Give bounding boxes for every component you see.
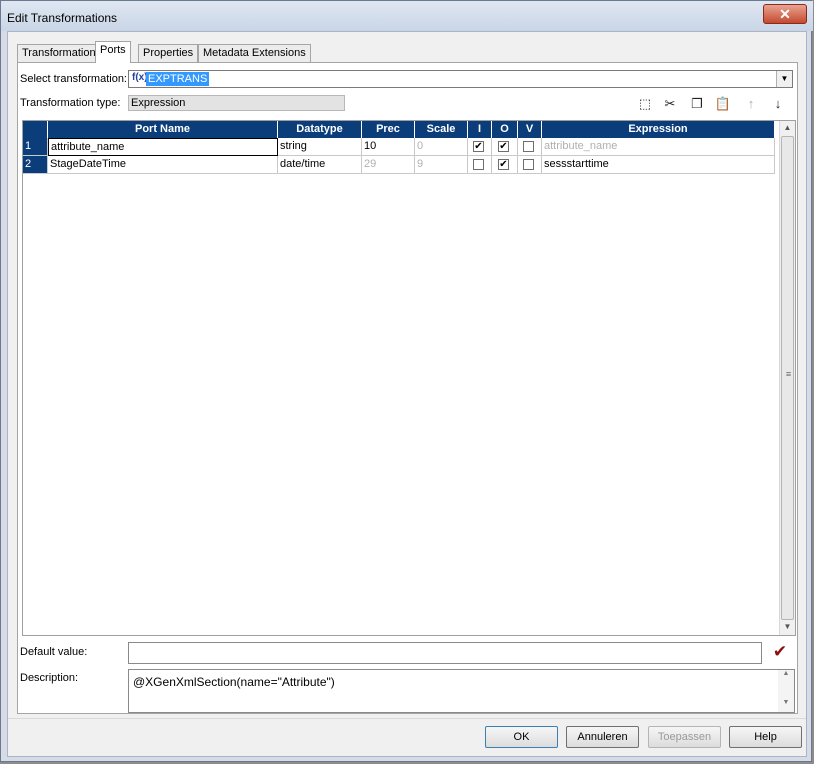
output-cell: ✔ bbox=[492, 156, 518, 174]
chevron-down-icon[interactable]: ▼ bbox=[776, 71, 792, 87]
tab-transformation[interactable]: Transformation bbox=[17, 44, 101, 62]
help-button[interactable]: Help bbox=[729, 726, 802, 748]
tab-ports[interactable]: Ports bbox=[95, 41, 131, 63]
edit-transformations-window: Edit Transformations ✕ Transformation Po… bbox=[0, 0, 813, 762]
table-row[interactable]: 1 attribute_name string 10 0 ✔ ✔ attribu… bbox=[23, 138, 775, 156]
input-checkbox[interactable] bbox=[473, 159, 484, 170]
tab-metadata-extensions[interactable]: Metadata Extensions bbox=[198, 44, 311, 62]
close-icon: ✕ bbox=[779, 6, 791, 22]
transformation-type-label: Transformation type: bbox=[20, 97, 121, 109]
move-up-icon[interactable]: ↑ bbox=[742, 95, 760, 113]
grid-vertical-scrollbar[interactable]: ▲ ≡ ▼ bbox=[779, 121, 795, 635]
variable-checkbox[interactable] bbox=[523, 141, 534, 152]
cancel-button[interactable]: Annuleren bbox=[566, 726, 639, 748]
cut-icon[interactable]: ✂ bbox=[661, 95, 679, 113]
transformation-type-value: Expression bbox=[131, 97, 186, 109]
prec-cell[interactable]: 29 bbox=[362, 156, 415, 174]
default-value-input[interactable] bbox=[128, 642, 762, 664]
new-port-icon[interactable]: ⬚ bbox=[636, 95, 654, 113]
variable-cell bbox=[518, 138, 542, 156]
expression-cell[interactable]: sessstarttime bbox=[542, 156, 775, 174]
header-scale[interactable]: Scale bbox=[415, 121, 468, 138]
header-variable[interactable]: V bbox=[518, 121, 542, 138]
select-transformation-label: Select transformation: bbox=[20, 73, 127, 85]
tab-label: Ports bbox=[100, 44, 126, 56]
output-cell: ✔ bbox=[492, 138, 518, 156]
header-row-number bbox=[23, 121, 48, 138]
ports-grid[interactable]: Port Name Datatype Prec Scale I O V Expr… bbox=[22, 120, 796, 636]
tab-label: Transformation bbox=[22, 47, 96, 59]
scroll-up-icon[interactable]: ▲ bbox=[778, 670, 794, 677]
description-scrollbar[interactable]: ▲ ▼ bbox=[778, 670, 794, 712]
expression-cell[interactable]: attribute_name bbox=[542, 138, 775, 156]
scroll-down-icon[interactable]: ▼ bbox=[778, 699, 794, 706]
header-prec[interactable]: Prec bbox=[362, 121, 415, 138]
scale-cell[interactable]: 0 bbox=[415, 138, 468, 156]
paste-icon[interactable]: 📋 bbox=[714, 95, 732, 113]
table-row[interactable]: 2 StageDateTime date/time 29 9 ✔ sesssta… bbox=[23, 156, 775, 174]
scroll-up-icon[interactable]: ▲ bbox=[780, 121, 795, 135]
tab-properties[interactable]: Properties bbox=[138, 44, 199, 62]
tab-label: Metadata Extensions bbox=[203, 47, 306, 59]
header-expression[interactable]: Expression bbox=[542, 121, 775, 138]
select-transformation-dropdown[interactable]: f(x) EXPTRANS ▼ bbox=[128, 70, 793, 88]
header-datatype[interactable]: Datatype bbox=[278, 121, 362, 138]
footer-divider bbox=[8, 718, 806, 719]
prec-cell[interactable]: 10 bbox=[362, 138, 415, 156]
description-textarea[interactable]: @XGenXmlSection(name="Attribute") ▲ ▼ bbox=[128, 669, 795, 713]
header-input[interactable]: I bbox=[468, 121, 492, 138]
input-checkbox[interactable]: ✔ bbox=[473, 141, 484, 152]
output-checkbox[interactable]: ✔ bbox=[498, 159, 509, 170]
copy-icon[interactable]: ❐ bbox=[688, 95, 706, 113]
datatype-cell[interactable]: date/time bbox=[278, 156, 362, 174]
header-output[interactable]: O bbox=[492, 121, 518, 138]
title-bar[interactable]: Edit Transformations ✕ bbox=[1, 1, 813, 31]
transformation-type-field: Expression bbox=[128, 95, 345, 111]
row-number[interactable]: 2 bbox=[23, 156, 48, 174]
input-cell bbox=[468, 156, 492, 174]
ok-button[interactable]: OK bbox=[485, 726, 558, 748]
grip-icon: ≡ bbox=[785, 369, 792, 379]
dialog-client: Transformation Ports Properties Metadata… bbox=[7, 31, 807, 757]
header-port-name[interactable]: Port Name bbox=[48, 121, 278, 138]
variable-cell bbox=[518, 156, 542, 174]
default-value-label: Default value: bbox=[20, 646, 88, 658]
tab-label: Properties bbox=[143, 47, 194, 59]
description-label: Description: bbox=[20, 672, 79, 684]
scale-cell[interactable]: 9 bbox=[415, 156, 468, 174]
datatype-cell[interactable]: string bbox=[278, 138, 362, 156]
output-checkbox[interactable]: ✔ bbox=[498, 141, 509, 152]
port-name-cell[interactable]: StageDateTime bbox=[48, 156, 278, 174]
input-cell: ✔ bbox=[468, 138, 492, 156]
scroll-down-icon[interactable]: ▼ bbox=[780, 620, 795, 634]
close-button[interactable]: ✕ bbox=[763, 4, 807, 24]
scroll-thumb[interactable]: ≡ bbox=[781, 136, 794, 620]
row-number[interactable]: 1 bbox=[23, 138, 48, 156]
apply-button[interactable]: Toepassen bbox=[648, 726, 721, 748]
move-down-icon[interactable]: ↓ bbox=[769, 95, 787, 113]
window-title: Edit Transformations bbox=[7, 11, 118, 25]
port-name-cell[interactable]: attribute_name bbox=[48, 138, 278, 156]
grid-header: Port Name Datatype Prec Scale I O V Expr… bbox=[23, 121, 775, 138]
select-transformation-value: EXPTRANS bbox=[146, 72, 210, 86]
description-text: @XGenXmlSection(name="Attribute") bbox=[133, 675, 335, 689]
validate-checkmark-icon[interactable]: ✔ bbox=[770, 642, 790, 662]
variable-checkbox[interactable] bbox=[523, 159, 534, 170]
